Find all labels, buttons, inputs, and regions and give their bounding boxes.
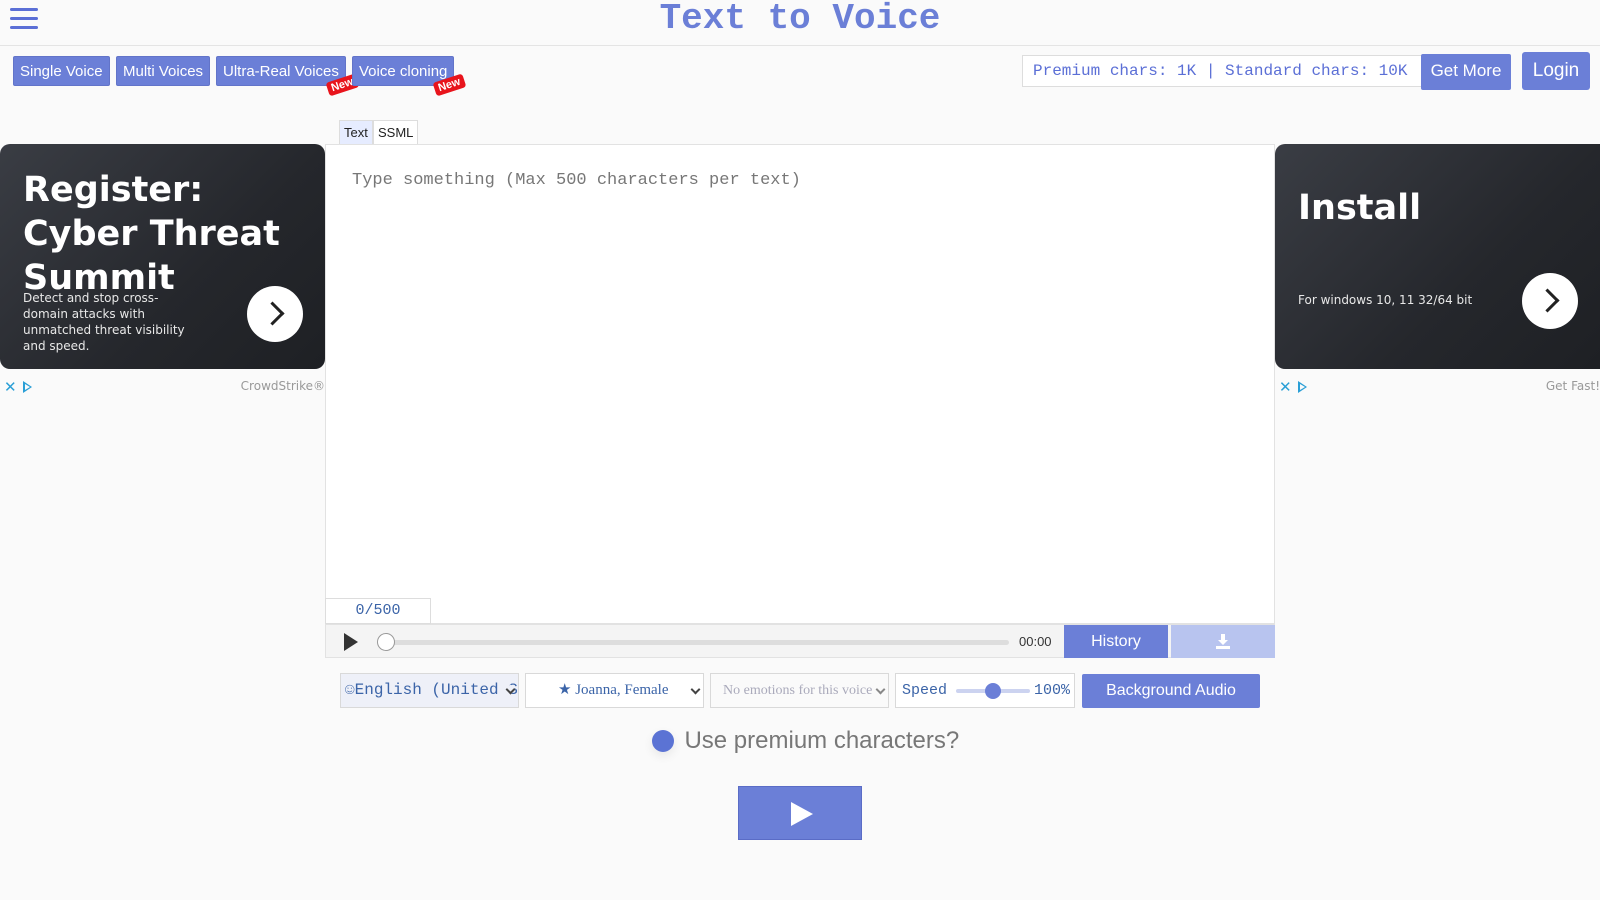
close-icon[interactable]: ✕ <box>4 378 17 396</box>
text-editor <box>325 144 1275 624</box>
emotion-select[interactable]: No emotions for this voice <box>710 673 889 708</box>
adchoices-icon[interactable] <box>22 381 32 393</box>
download-button[interactable] <box>1171 625 1275 658</box>
get-more-button[interactable]: Get More <box>1421 54 1511 90</box>
audio-progress-thumb[interactable] <box>377 633 395 651</box>
ad-brand[interactable]: Get Fast! <box>1546 379 1600 393</box>
voice-select[interactable]: ★ Joanna, Female <box>525 673 704 708</box>
speed-slider-thumb[interactable] <box>985 683 1001 699</box>
ad-footer-left: ✕ CrowdStrike® <box>4 378 325 396</box>
language-value: English (United States) <box>354 681 518 699</box>
header: Text to Voice <box>0 0 1600 46</box>
ad-body: Detect and stop cross-domain attacks wit… <box>23 291 185 353</box>
ad-footer-right: ✕ Get Fast! <box>1279 378 1600 396</box>
chevron-down-icon <box>690 684 701 695</box>
language-select[interactable]: ☺English (United States) <box>340 673 519 708</box>
tab-text[interactable]: Text <box>339 120 373 145</box>
ad-title: Register: Cyber Threat Summit <box>23 170 280 298</box>
ad-body: For windows 10, 11 32/64 bit <box>1298 293 1473 307</box>
toggle-dot[interactable] <box>652 730 674 752</box>
ultra-real-voices-button[interactable]: Ultra-Real Voices <box>216 56 346 86</box>
background-audio-button[interactable]: Background Audio <box>1082 674 1260 708</box>
premium-toggle[interactable]: Use premium characters? <box>652 727 959 757</box>
play-icon[interactable] <box>344 633 358 651</box>
generate-play-button[interactable] <box>738 786 862 840</box>
audio-progress-track[interactable] <box>384 640 1009 645</box>
voice-value: Joanna, Female <box>575 682 669 698</box>
speed-control: Speed 100% <box>895 673 1075 708</box>
premium-question: Use premium characters? <box>684 727 960 754</box>
ad-banner-right[interactable]: Install For windows 10, 11 32/64 bit <box>1275 144 1600 369</box>
adchoices-icon[interactable] <box>1297 381 1307 393</box>
single-voice-button[interactable]: Single Voice <box>13 56 110 86</box>
ad-brand[interactable]: CrowdStrike® <box>241 379 325 393</box>
login-button[interactable]: Login <box>1522 52 1590 90</box>
download-icon <box>1216 634 1230 649</box>
page-title: Text to Voice <box>659 0 941 39</box>
chevron-down-icon <box>875 684 886 695</box>
chars-balance: Premium chars: 1K | Standard chars: 10K <box>1022 55 1422 87</box>
history-button[interactable]: History <box>1064 625 1168 658</box>
ad-title: Install <box>1298 188 1422 228</box>
audio-time: 00:00 <box>1019 634 1052 649</box>
char-counter: 0/500 <box>325 598 431 624</box>
speed-value: 100% <box>1033 682 1070 699</box>
ad-arrow-button[interactable] <box>247 286 303 342</box>
close-icon[interactable]: ✕ <box>1279 378 1292 396</box>
audio-player: 00:00 History <box>325 624 1275 658</box>
ad-arrow-button[interactable] <box>1522 273 1578 329</box>
multi-voices-button[interactable]: Multi Voices <box>116 56 211 86</box>
star-icon: ★ <box>558 682 572 698</box>
play-icon <box>791 802 813 826</box>
tab-ssml[interactable]: SSML <box>373 120 419 145</box>
smiley-icon: ☺ <box>345 681 355 699</box>
ad-banner-left[interactable]: Register: Cyber Threat Summit Detect and… <box>0 144 325 369</box>
emotion-value: No emotions for this voice <box>723 683 873 698</box>
speed-label: Speed <box>902 682 948 699</box>
text-input[interactable] <box>326 145 1274 585</box>
